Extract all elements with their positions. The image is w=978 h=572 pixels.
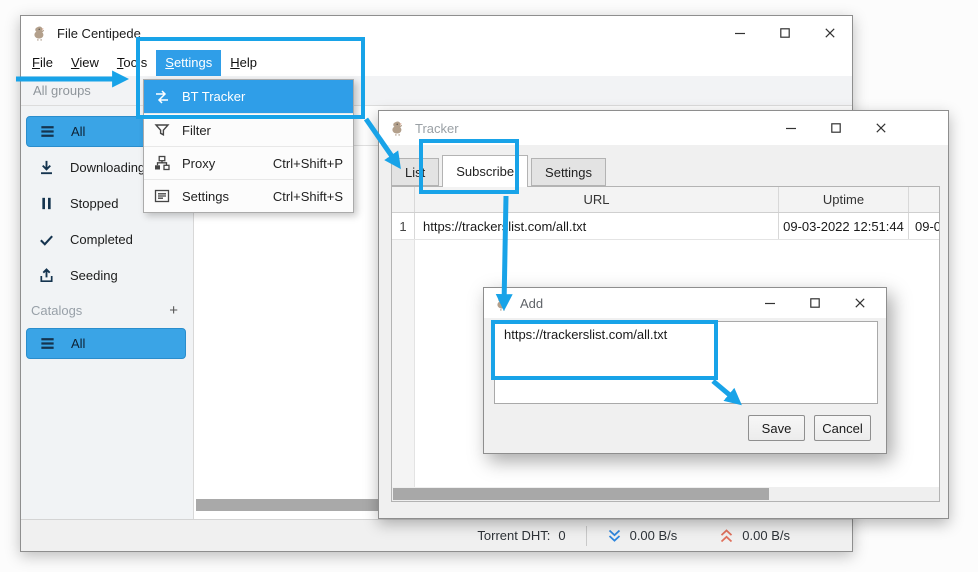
menu-item-shortcut: Ctrl+Shift+P: [273, 156, 343, 171]
menu-lines-icon: [39, 335, 56, 352]
dht-status: Torrent DHT: 0: [477, 528, 565, 543]
menu-item-proxy[interactable]: Proxy Ctrl+Shift+P: [144, 146, 353, 179]
download-icon: [38, 159, 55, 176]
row-number-cell: 1: [392, 213, 415, 239]
main-window-title: File Centipede: [57, 26, 141, 41]
settings-form-icon: [154, 188, 170, 204]
table-row[interactable]: 1 https://trackerslist.com/all.txt 09-03…: [392, 213, 939, 240]
status-bar: Torrent DHT: 0 0.00 B/s 0.00 B/s: [21, 519, 852, 551]
row-number-gutter: [392, 240, 415, 487]
add-dialog-titlebar[interactable]: Add: [484, 288, 886, 318]
filter-funnel-icon: [154, 122, 170, 138]
check-icon: [38, 231, 55, 248]
maximize-button[interactable]: [762, 16, 807, 50]
clipped-column-header[interactable]: [909, 187, 939, 212]
add-dialog-title: Add: [520, 296, 543, 311]
maximize-button[interactable]: [813, 111, 858, 145]
tracker-titlebar[interactable]: Tracker: [379, 111, 948, 145]
app-logo-duck-icon: [389, 120, 406, 137]
sidebar-item-completed[interactable]: Completed: [26, 224, 186, 255]
tracker-swap-icon: [154, 89, 170, 105]
upload-speed-value: 0.00 B/s: [742, 528, 790, 543]
sidebar-item-seeding[interactable]: Seeding: [26, 260, 186, 291]
table-header: URL Uptime: [392, 187, 939, 213]
menu-view[interactable]: View: [62, 50, 108, 76]
menu-item-shortcut: Ctrl+Shift+S: [273, 189, 343, 204]
add-dialog: Add https://trackerslist.com/all.txt Sav…: [483, 287, 887, 454]
settings-dropdown-menu: BT Tracker Filter Proxy Ctrl+Shift+P Set…: [143, 79, 354, 213]
menu-item-label: Settings: [182, 189, 261, 204]
seed-upload-icon: [38, 267, 55, 284]
sidebar-item-label: Downloading: [70, 160, 145, 175]
tracker-tabs: List Subscribe Settings: [391, 154, 609, 186]
add-catalog-button[interactable]: +: [169, 303, 178, 318]
close-button[interactable]: [858, 111, 903, 145]
url-cell: https://trackerslist.com/all.txt: [415, 213, 779, 239]
close-button[interactable]: [807, 16, 852, 50]
scrollbar-thumb[interactable]: [393, 488, 769, 500]
sidebar-item-label: All: [71, 124, 85, 139]
group-filter-label: All groups: [33, 83, 91, 98]
maximize-button[interactable]: [792, 288, 837, 318]
download-speed: 0.00 B/s: [607, 528, 678, 543]
proxy-network-icon: [154, 155, 170, 171]
table-horizontal-scrollbar[interactable]: [392, 487, 939, 501]
minimize-button[interactable]: [717, 16, 762, 50]
uptime-column-header[interactable]: Uptime: [779, 187, 909, 212]
menu-item-bt-tracker[interactable]: BT Tracker: [144, 80, 353, 113]
sidebar-item-label: All: [71, 336, 85, 351]
double-chevron-up-icon: [719, 529, 734, 543]
menu-item-label: Filter: [182, 123, 264, 138]
catalogs-header: Catalogs +: [21, 297, 193, 323]
app-logo-duck-icon: [494, 295, 511, 312]
status-divider: [586, 526, 587, 546]
clipped-cell: 09-0: [909, 213, 939, 239]
desktop: File Centipede File View Tools Settings …: [0, 0, 978, 572]
row-number-header[interactable]: [392, 187, 415, 212]
sidebar-item-label: Seeding: [70, 268, 118, 283]
app-logo-duck-icon: [31, 25, 48, 42]
upload-speed: 0.00 B/s: [719, 528, 790, 543]
pause-icon: [38, 195, 55, 212]
double-chevron-down-icon: [607, 529, 622, 543]
sidebar-catalog-all[interactable]: All: [26, 328, 186, 359]
cancel-button[interactable]: Cancel: [814, 415, 871, 441]
catalogs-label: Catalogs: [31, 303, 82, 318]
minimize-button[interactable]: [747, 288, 792, 318]
main-titlebar[interactable]: File Centipede: [21, 16, 852, 50]
menu-bar: File View Tools Settings Help: [21, 50, 852, 76]
url-column-header[interactable]: URL: [415, 187, 779, 212]
menu-item-label: BT Tracker: [182, 89, 264, 104]
tracker-url-input[interactable]: https://trackerslist.com/all.txt: [494, 321, 878, 404]
minimize-button[interactable]: [768, 111, 813, 145]
menu-settings[interactable]: Settings: [156, 50, 221, 76]
save-button[interactable]: Save: [748, 415, 805, 441]
menu-help[interactable]: Help: [221, 50, 266, 76]
tab-subscribe[interactable]: Subscribe: [442, 155, 528, 187]
menu-item-label: Proxy: [182, 156, 261, 171]
close-button[interactable]: [837, 288, 882, 318]
tab-settings[interactable]: Settings: [531, 158, 606, 186]
sidebar-item-label: Completed: [70, 232, 133, 247]
menu-file[interactable]: File: [23, 50, 62, 76]
tab-list[interactable]: List: [391, 158, 439, 186]
menu-item-filter[interactable]: Filter: [144, 113, 353, 146]
download-speed-value: 0.00 B/s: [630, 528, 678, 543]
sidebar-item-label: Stopped: [70, 196, 118, 211]
menu-tools[interactable]: Tools: [108, 50, 156, 76]
dht-label: Torrent DHT:: [477, 528, 550, 543]
uptime-cell: 09-03-2022 12:51:44: [779, 213, 909, 239]
tracker-window-title: Tracker: [415, 121, 459, 136]
menu-item-settings[interactable]: Settings Ctrl+Shift+S: [144, 179, 353, 212]
dht-value: 0: [558, 528, 565, 543]
menu-lines-icon: [39, 123, 56, 140]
